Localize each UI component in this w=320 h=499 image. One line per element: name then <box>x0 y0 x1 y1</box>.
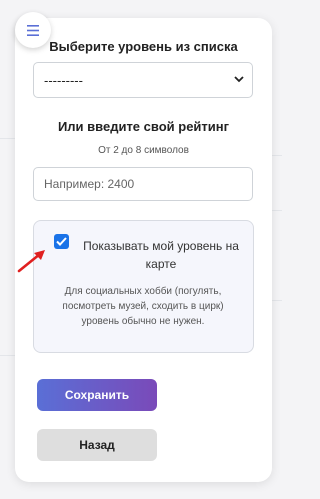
background-divider <box>0 138 15 139</box>
annotation-arrow-icon <box>17 250 45 273</box>
hamburger-icon <box>27 24 39 36</box>
map-option-description: Для социальных хобби (погулять, посмотре… <box>62 286 224 327</box>
level-select[interactable]: --------- <box>33 62 253 98</box>
background-divider <box>272 300 282 301</box>
rating-input[interactable] <box>33 167 253 201</box>
save-button[interactable]: Сохранить <box>37 379 157 411</box>
background-divider <box>272 155 282 156</box>
level-select-title: Выберите уровень из списка <box>49 39 238 54</box>
back-button[interactable]: Назад <box>37 429 157 461</box>
background-divider <box>272 210 282 211</box>
level-select-value: --------- <box>44 72 83 88</box>
menu-button[interactable] <box>15 12 51 48</box>
chevron-down-icon <box>234 76 244 83</box>
rating-title: Или введите свой рейтинг <box>57 119 230 134</box>
show-on-map-label[interactable]: Показывать мой уровень на карте <box>72 237 250 273</box>
show-on-map-checkbox[interactable] <box>54 234 69 249</box>
checkmark-icon <box>56 237 67 246</box>
background-divider <box>0 355 15 356</box>
rating-hint: От 2 до 8 символов <box>98 145 189 156</box>
